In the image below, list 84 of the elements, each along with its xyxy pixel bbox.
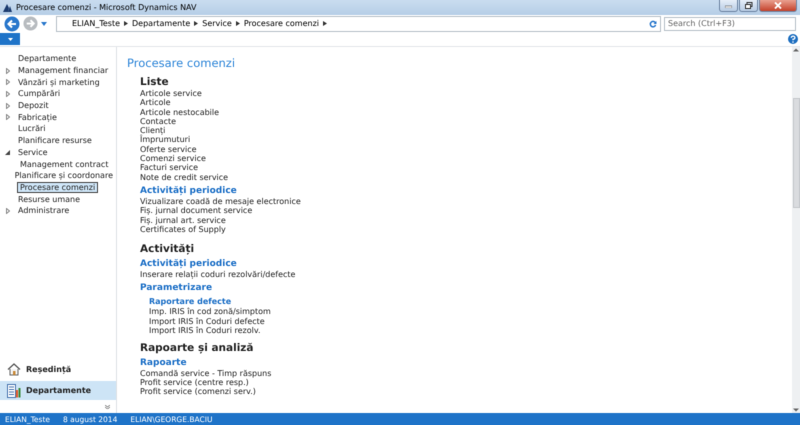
action-link[interactable]: Certificates of Supply [140, 224, 792, 234]
chevron-down-icon[interactable] [105, 405, 110, 409]
close-button[interactable] [759, 0, 797, 12]
help-icon[interactable] [788, 34, 798, 44]
action-link[interactable]: Articole service [140, 89, 792, 98]
navigation-item[interactable]: Procesare comenzi [17, 182, 98, 193]
navigation-item[interactable]: Fabricație [15, 112, 60, 123]
close-icon [774, 2, 782, 9]
triangle-icon[interactable] [323, 21, 327, 26]
navigation-item[interactable]: Administrare [15, 205, 72, 216]
scrollbar-thumb[interactable] [792, 98, 800, 208]
navigation-item[interactable]: Depozit [15, 100, 52, 112]
navigation-item[interactable]: Management financiar [15, 65, 112, 76]
navigation-item[interactable]: Cumpărări [15, 88, 64, 100]
group-heading: Rapoarte [140, 358, 188, 369]
breadcrumb-link[interactable]: Service [202, 19, 232, 28]
action-link[interactable]: Contacte [140, 116, 792, 126]
expand-icon[interactable] [6, 68, 10, 74]
expand-icon[interactable] [6, 90, 10, 97]
navigation-item[interactable]: Planificare și coordonare [12, 170, 116, 182]
action-link[interactable]: Articole nestocabile [140, 108, 792, 117]
search-field[interactable]: Search (Ctrl+F3) [664, 16, 796, 30]
minimize-icon [725, 3, 732, 8]
history-dropdown-icon[interactable] [41, 22, 47, 26]
navigation-pane-button[interactable]: Reședință [0, 360, 116, 379]
action-link[interactable]: Note de credit service [140, 172, 792, 182]
section-heading: Liste [140, 76, 170, 89]
scroll-up-icon[interactable] [793, 47, 799, 53]
action-link[interactable]: Comenzi service [140, 154, 792, 164]
action-link[interactable]: Articole [140, 98, 792, 108]
window-title: Procesare comenzi - Microsoft Dynamics NAV [16, 3, 198, 12]
navigation-item[interactable]: Departamente [15, 53, 80, 64]
action-link[interactable]: Profit service (comenzi serv.) [140, 387, 792, 397]
expand-icon[interactable] [6, 102, 10, 109]
subgroup-heading: Raportare defecte [148, 297, 232, 308]
section-heading: Activități [140, 243, 196, 256]
action-link[interactable]: Comandă service - Timp răspuns [140, 368, 792, 378]
navigation-item[interactable]: Resurse umane [15, 194, 84, 205]
breadcrumb-link[interactable]: ELIAN_Teste [72, 19, 120, 28]
action-link[interactable]: Fiș. jurnal art. service [140, 216, 792, 225]
navigation-pane-button[interactable]: Departamente [0, 381, 116, 400]
action-link[interactable]: Fiș. jurnal document service [140, 206, 792, 216]
expand-icon[interactable] [6, 208, 10, 214]
navigation-item[interactable]: Vânzări și marketing [15, 76, 103, 88]
back-button[interactable] [4, 16, 20, 32]
house-icon [7, 363, 21, 376]
minimize-button[interactable] [719, 0, 738, 12]
group-heading: Activități periodice [140, 186, 238, 197]
page-title: Procesare comenzi [127, 56, 236, 70]
action-link[interactable]: Împrumuturi [140, 135, 792, 145]
expand-icon[interactable] [6, 79, 10, 86]
action-link[interactable]: Profit service (centre resp.) [140, 378, 792, 388]
action-link[interactable]: Imp. IRIS în cod zonă/simptom [140, 307, 792, 317]
triangle-icon[interactable] [194, 21, 198, 26]
group-heading: Activități periodice [140, 259, 238, 270]
refresh-icon[interactable] [649, 20, 657, 28]
collapse-icon[interactable] [5, 150, 10, 155]
navigation-item[interactable]: Planificare resurse [15, 135, 95, 146]
scrollbar[interactable] [792, 47, 800, 413]
restore-icon [744, 2, 752, 9]
breadcrumb-link[interactable]: Departamente [132, 19, 190, 28]
triangle-icon[interactable] [124, 21, 128, 26]
building-chart-icon [7, 384, 21, 398]
app-logo-icon [3, 3, 12, 12]
restore-button[interactable] [739, 0, 758, 12]
navigation-item[interactable]: Management contract [17, 158, 112, 170]
breadcrumb-link[interactable]: Procesare comenzi [244, 19, 319, 28]
group-heading: Parametrizare [140, 283, 214, 294]
action-link[interactable]: Vizualizare coadă de mesaje electronice [140, 196, 792, 206]
address-bar[interactable]: ELIAN_Teste Departamente Service Procesare comenzi [56, 16, 661, 32]
menu-dropdown-button[interactable] [0, 33, 20, 45]
expand-icon[interactable] [6, 114, 10, 120]
action-link[interactable]: Oferte service [140, 144, 792, 154]
caret-icon [8, 38, 12, 40]
action-link[interactable]: Inserare relații coduri rezolvări/defecte [140, 270, 792, 280]
navigation-item[interactable]: Lucrări [15, 123, 48, 134]
triangle-icon[interactable] [236, 21, 240, 26]
section-heading: Rapoarte și analiză [140, 342, 255, 355]
action-link[interactable]: Facturi service [140, 163, 792, 173]
action-link[interactable]: Import IRIS în Coduri rezolv. [140, 326, 792, 336]
scroll-down-icon[interactable] [793, 406, 799, 413]
action-link[interactable]: Import IRIS în Coduri defecte [140, 316, 792, 326]
action-link[interactable]: Clienți [140, 126, 792, 136]
navigation-item[interactable]: Service [15, 146, 51, 158]
